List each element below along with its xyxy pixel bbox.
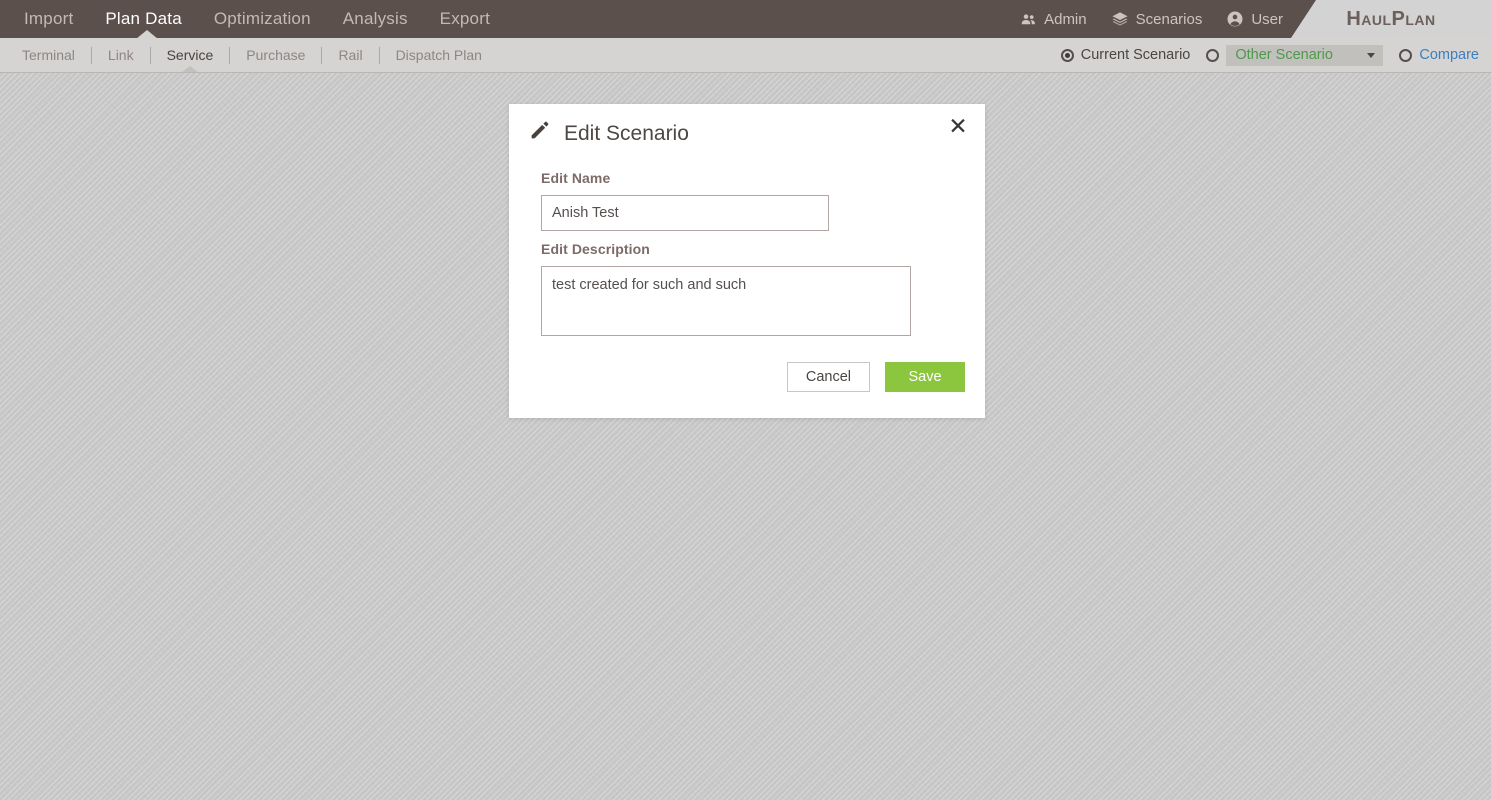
- sub-navigation-bar: Terminal Link Service Purchase Rail Disp…: [0, 38, 1491, 73]
- scenario-name-input[interactable]: [541, 195, 829, 231]
- dialog-body: Edit Name Edit Description: [509, 150, 985, 336]
- compare-radio[interactable]: [1399, 48, 1413, 62]
- dialog-header: Edit Scenario ✕: [509, 104, 985, 150]
- dialog-title: Edit Scenario: [564, 121, 689, 145]
- nav-item-analysis[interactable]: Analysis: [327, 0, 424, 38]
- user-menu-label: User: [1251, 10, 1283, 28]
- nav-item-import[interactable]: Import: [8, 0, 89, 38]
- user-circle-icon: [1226, 10, 1244, 28]
- subnav-item-rail[interactable]: Rail: [322, 38, 378, 72]
- current-scenario-label: Current Scenario: [1080, 47, 1191, 63]
- admin-menu-label: Admin: [1044, 10, 1087, 28]
- top-navigation-bar: Import Plan Data Optimization Analysis E…: [0, 0, 1491, 38]
- layers-icon: [1111, 10, 1129, 28]
- nav-item-import-label: Import: [24, 9, 74, 28]
- plan-data-tabs: Terminal Link Service Purchase Rail Disp…: [6, 38, 498, 72]
- save-button[interactable]: Save: [885, 362, 965, 392]
- subnav-item-terminal[interactable]: Terminal: [6, 38, 91, 72]
- cancel-button[interactable]: Cancel: [786, 362, 870, 392]
- chevron-down-icon: [1367, 52, 1376, 58]
- top-bar-utilities: Admin Scenarios User: [1008, 0, 1295, 38]
- app-logo-text: HaulPlan: [1346, 7, 1436, 30]
- people-icon: [1020, 11, 1037, 28]
- edit-description-label: Edit Description: [541, 241, 650, 257]
- app-logo: HaulPlan: [1291, 0, 1491, 38]
- edit-name-label: Edit Name: [541, 170, 611, 186]
- active-subtab-caret: [182, 66, 198, 72]
- subnav-item-dispatch-plan[interactable]: Dispatch Plan: [380, 38, 498, 72]
- main-menu: Import Plan Data Optimization Analysis E…: [8, 0, 506, 38]
- pencil-icon: [529, 120, 550, 146]
- nav-item-export-label: Export: [439, 9, 490, 28]
- scenario-selector: Current Scenario Other Scenario Compare: [1060, 38, 1479, 72]
- scenarios-menu-label: Scenarios: [1135, 10, 1203, 28]
- current-scenario-radio[interactable]: [1060, 48, 1074, 62]
- nav-item-analysis-label: Analysis: [342, 9, 408, 28]
- subnav-item-link-label: Link: [107, 47, 134, 63]
- admin-menu-item[interactable]: Admin: [1008, 0, 1099, 38]
- other-scenario-option[interactable]: Other Scenario: [1206, 44, 1384, 66]
- active-tab-caret: [136, 30, 158, 39]
- nav-item-export[interactable]: Export: [424, 0, 506, 38]
- subnav-item-dispatch-plan-label: Dispatch Plan: [395, 47, 482, 63]
- scenarios-menu-item[interactable]: Scenarios: [1099, 0, 1215, 38]
- other-scenario-dropdown[interactable]: Other Scenario: [1226, 44, 1384, 66]
- close-icon[interactable]: ✕: [945, 114, 971, 140]
- subnav-item-terminal-label: Terminal: [22, 47, 75, 63]
- compare-label: Compare: [1419, 47, 1479, 63]
- current-scenario-option[interactable]: Current Scenario: [1060, 47, 1191, 63]
- subnav-item-purchase-label: Purchase: [246, 47, 306, 63]
- subnav-item-purchase[interactable]: Purchase: [230, 38, 321, 72]
- nav-item-optimization[interactable]: Optimization: [198, 0, 327, 38]
- nav-item-plan-data-label: Plan Data: [105, 9, 182, 28]
- scenario-description-input[interactable]: [541, 266, 911, 336]
- nav-item-optimization-label: Optimization: [213, 9, 311, 28]
- subnav-item-service-label: Service: [166, 47, 214, 63]
- compare-option[interactable]: Compare: [1399, 47, 1479, 63]
- other-scenario-radio[interactable]: [1206, 48, 1220, 62]
- other-scenario-value: Other Scenario: [1235, 47, 1333, 63]
- user-menu-item[interactable]: User: [1214, 0, 1295, 38]
- dialog-footer: Cancel Save: [509, 336, 985, 418]
- subnav-item-rail-label: Rail: [338, 47, 363, 63]
- subnav-item-link[interactable]: Link: [92, 38, 150, 72]
- edit-scenario-dialog: Edit Scenario ✕ Edit Name Edit Descripti…: [509, 104, 985, 418]
